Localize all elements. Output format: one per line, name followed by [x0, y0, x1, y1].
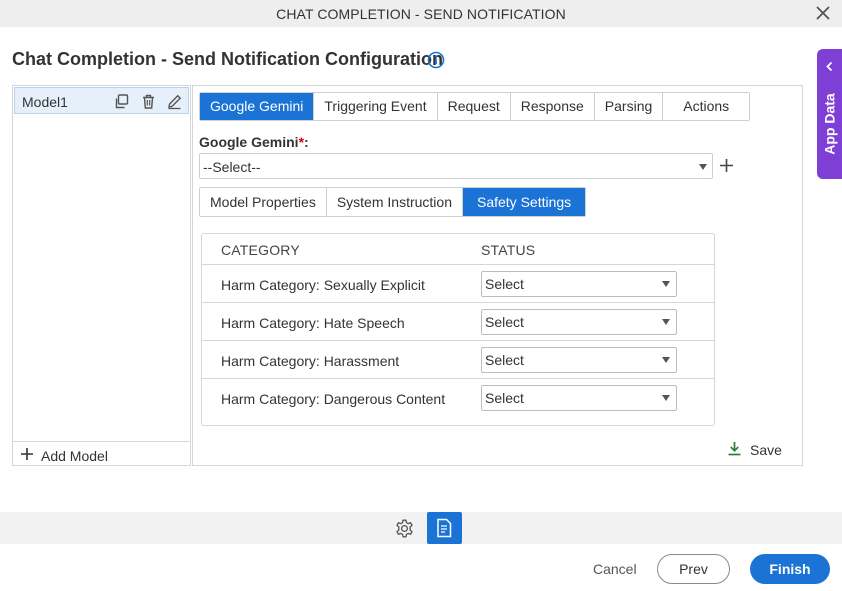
- tab-model-properties[interactable]: Model Properties: [200, 188, 327, 216]
- tab-google-gemini[interactable]: Google Gemini: [200, 93, 315, 120]
- harm-category-label: Harm Category: Harassment: [221, 353, 400, 369]
- table-row: Harm Category: Harassment Select: [202, 340, 714, 378]
- document-icon: [437, 518, 452, 538]
- copy-icon[interactable]: [113, 93, 130, 110]
- column-header-category: CATEGORY: [221, 242, 300, 258]
- harm-category-label: Harm Category: Sexually Explicit: [221, 277, 425, 293]
- status-select-value: Select: [485, 276, 524, 292]
- chevron-down-icon: [662, 357, 670, 363]
- bottom-toolbar: [0, 512, 842, 544]
- page-title: Chat Completion - Send Notification Conf…: [12, 49, 443, 69]
- status-select[interactable]: Select: [481, 271, 677, 297]
- column-header-status: STATUS: [481, 242, 536, 258]
- cancel-button[interactable]: Cancel: [593, 561, 637, 577]
- status-select-value: Select: [485, 352, 524, 368]
- chevron-down-icon: [662, 395, 670, 401]
- gemini-sub-tabs: Model Properties System Instruction Safe…: [199, 187, 587, 217]
- tab-safety-settings[interactable]: Safety Settings: [462, 188, 586, 216]
- google-gemini-label: Google Gemini*:: [199, 134, 309, 150]
- add-model-button[interactable]: Add Model: [13, 441, 190, 466]
- tab-parsing[interactable]: Parsing: [594, 93, 664, 120]
- tab-request[interactable]: Request: [437, 93, 511, 120]
- add-model-label: Add Model: [41, 448, 108, 464]
- google-gemini-select-value: --Select--: [203, 159, 261, 175]
- table-row: Harm Category: Dangerous Content Select: [202, 378, 714, 416]
- download-icon: [728, 442, 741, 456]
- window-titlebar: CHAT COMPLETION - SEND NOTIFICATION: [0, 0, 842, 27]
- model-list-panel: Model1 Add Model: [12, 85, 191, 466]
- safety-settings-table: CATEGORY STATUS Harm Category: Sexually …: [201, 233, 715, 426]
- close-icon[interactable]: [814, 4, 832, 22]
- tab-actions[interactable]: Actions: [663, 93, 750, 120]
- app-data-label: App Data: [821, 93, 838, 155]
- edit-icon[interactable]: [166, 93, 183, 110]
- status-select-value: Select: [485, 314, 524, 330]
- table-row: Harm Category: Sexually Explicit Select: [202, 264, 714, 302]
- plus-icon: [21, 448, 33, 460]
- harm-category-label: Harm Category: Dangerous Content: [221, 391, 446, 407]
- save-button[interactable]: Save: [727, 440, 787, 460]
- model-item-label: Model1: [22, 94, 68, 110]
- finish-button[interactable]: Finish: [750, 554, 830, 584]
- chevron-down-icon: [662, 281, 670, 287]
- prev-button[interactable]: Prev: [657, 554, 730, 584]
- tab-triggering-event[interactable]: Triggering Event: [314, 93, 438, 120]
- document-button[interactable]: [427, 512, 462, 544]
- google-gemini-select[interactable]: --Select--: [199, 153, 713, 179]
- app-data-tab[interactable]: App Data: [817, 49, 842, 179]
- status-select[interactable]: Select: [481, 385, 677, 411]
- gear-icon[interactable]: [394, 518, 415, 539]
- chevron-down-icon: [662, 319, 670, 325]
- table-row: Harm Category: Hate Speech Select: [202, 302, 714, 340]
- window-title: CHAT COMPLETION - SEND NOTIFICATION: [276, 6, 566, 22]
- status-select[interactable]: Select: [481, 347, 677, 373]
- trash-icon[interactable]: [140, 93, 157, 110]
- model-item-model1[interactable]: Model1: [14, 87, 189, 114]
- plus-icon[interactable]: [719, 158, 734, 173]
- chevron-down-icon: [699, 164, 707, 170]
- harm-category-label: Harm Category: Hate Speech: [221, 315, 405, 331]
- main-tabs: Google Gemini Triggering Event Request R…: [199, 92, 751, 121]
- tab-response[interactable]: Response: [510, 93, 595, 120]
- status-select-value: Select: [485, 390, 524, 406]
- info-icon[interactable]: [427, 51, 445, 69]
- tab-system-instruction[interactable]: System Instruction: [326, 188, 463, 216]
- save-label: Save: [750, 442, 782, 458]
- configuration-panel: Google Gemini Triggering Event Request R…: [192, 85, 803, 466]
- status-select[interactable]: Select: [481, 309, 677, 335]
